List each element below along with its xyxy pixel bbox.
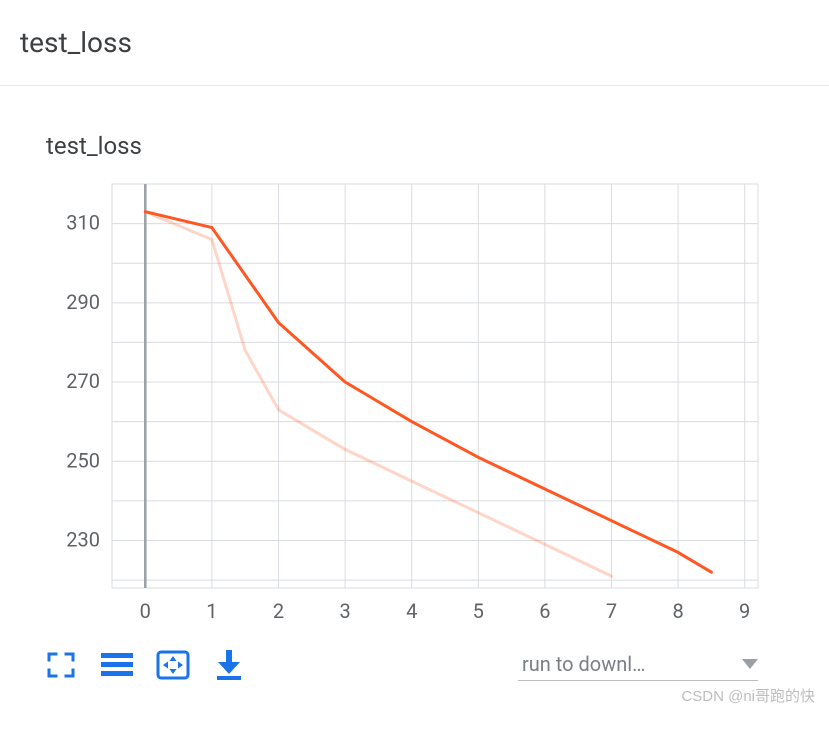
- watermark: CSDN @ni哥跑的快: [0, 685, 829, 706]
- chart-card: test_loss 230 250 270 290 310 0 1 2 3 4 5 6 7 8 9: [36, 114, 776, 689]
- svg-text:8: 8: [672, 599, 683, 623]
- chart-area: 230 250 270 290 310 0 1 2 3 4 5 6 7 8 9: [36, 174, 766, 634]
- section-header: test_loss: [0, 0, 829, 86]
- svg-text:0: 0: [140, 599, 151, 623]
- run-selector-label: run to downl…: [522, 652, 646, 676]
- chart-title: test_loss: [36, 114, 776, 174]
- chart-toolbar: run to downl…: [36, 634, 766, 689]
- svg-text:2: 2: [273, 599, 284, 623]
- svg-text:310: 310: [66, 211, 100, 235]
- svg-text:5: 5: [473, 599, 484, 623]
- chevron-down-icon: [742, 659, 758, 669]
- chart-title-text: test_loss: [46, 132, 142, 160]
- svg-text:290: 290: [66, 290, 100, 314]
- svg-text:230: 230: [66, 527, 100, 551]
- section-title: test_loss: [20, 26, 132, 59]
- settings-icon[interactable]: [100, 651, 134, 679]
- svg-text:250: 250: [66, 448, 100, 472]
- svg-text:4: 4: [406, 599, 417, 623]
- fit-domain-icon[interactable]: [156, 651, 190, 679]
- svg-text:7: 7: [606, 599, 617, 623]
- download-icon[interactable]: [212, 651, 246, 679]
- svg-text:9: 9: [739, 599, 750, 623]
- svg-text:6: 6: [539, 599, 550, 623]
- chart-svg: 230 250 270 290 310 0 1 2 3 4 5 6 7 8 9: [36, 174, 766, 634]
- svg-text:3: 3: [339, 599, 350, 623]
- run-selector[interactable]: run to downl…: [518, 648, 758, 681]
- fullscreen-icon[interactable]: [44, 651, 78, 679]
- svg-text:270: 270: [66, 369, 100, 393]
- svg-text:1: 1: [206, 599, 217, 623]
